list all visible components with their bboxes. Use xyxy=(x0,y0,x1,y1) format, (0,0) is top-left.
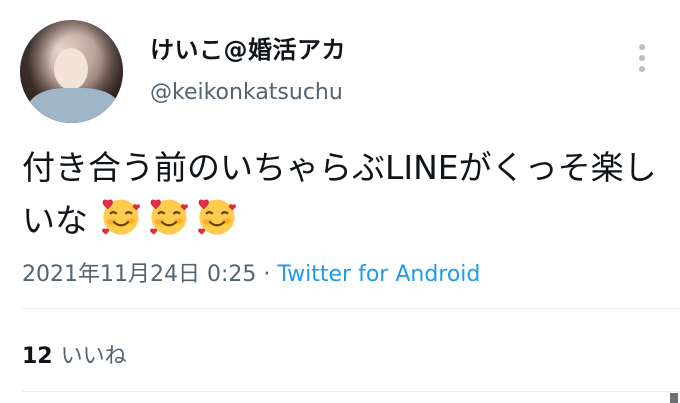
display-name[interactable]: けいこ@婚活アカ xyxy=(150,30,346,65)
avatar-face xyxy=(54,48,88,90)
tweet-timestamp[interactable]: 2021年11月24日 0:25 xyxy=(22,262,256,287)
tweet-text-block: 付き合う前のいちゃらぶLINEがくっそ楽しいな xyxy=(22,142,662,247)
smiling-face-with-hearts-icon xyxy=(197,199,236,235)
likes-count: 12 xyxy=(22,344,53,369)
avatar-sweater xyxy=(28,88,120,123)
tweet-source-link[interactable]: Twitter for Android xyxy=(277,262,480,287)
likes-stat[interactable]: 12 いいね xyxy=(22,338,127,370)
divider xyxy=(22,308,680,309)
scrollbar-thumb[interactable] xyxy=(670,393,678,403)
meta-separator: · xyxy=(256,262,278,287)
avatar[interactable] xyxy=(20,20,123,123)
more-dot xyxy=(639,55,645,61)
more-dot xyxy=(639,44,645,50)
smiling-face-with-hearts-icon xyxy=(149,199,188,235)
user-handle[interactable]: @keikonkatsuchu xyxy=(150,80,343,105)
divider xyxy=(22,391,680,392)
more-options-icon[interactable] xyxy=(631,44,653,72)
tweet-meta: 2021年11月24日 0:25 · Twitter for Android xyxy=(22,256,480,288)
likes-label: いいね xyxy=(60,344,127,369)
more-dot xyxy=(639,66,645,72)
emoji-group xyxy=(88,199,243,240)
smiling-face-with-hearts-icon xyxy=(101,199,140,235)
